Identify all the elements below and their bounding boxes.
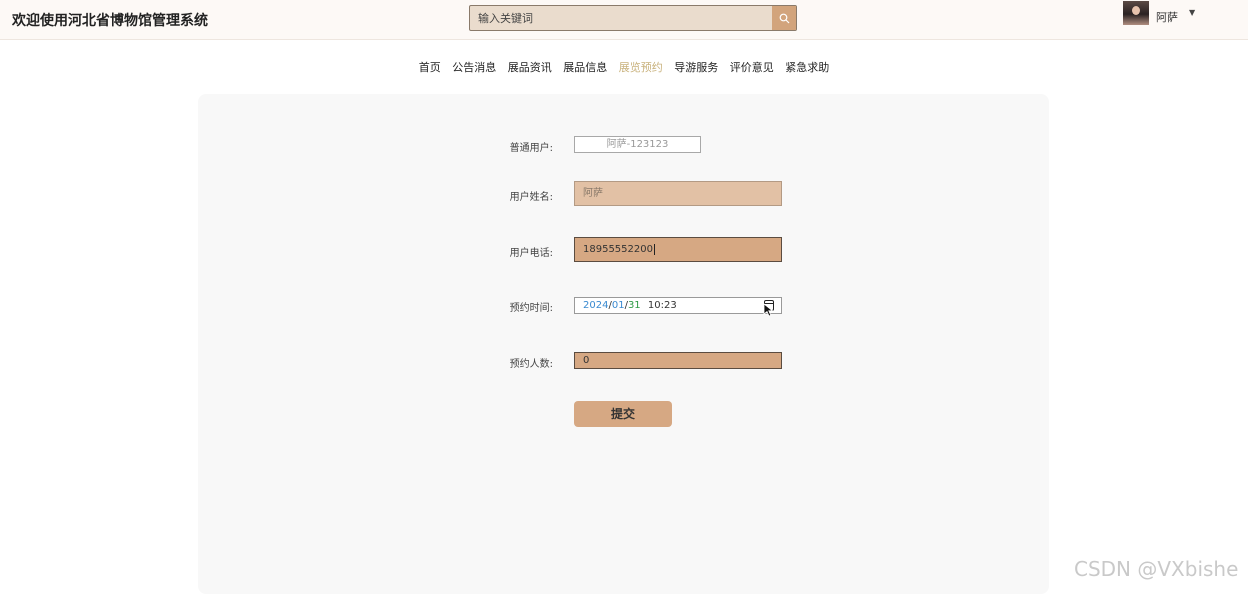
visitor-count-field[interactable]: 0	[574, 352, 782, 369]
main-nav: 首页 公告消息 展品资讯 展品信息 展览预约 导游服务 评价意见 紧急求助	[0, 59, 1248, 75]
date-field[interactable]: 2024/01/31 10:23	[574, 297, 782, 314]
phone-field[interactable]: 18955552200	[574, 237, 782, 262]
chevron-down-icon[interactable]: ▼	[1189, 8, 1195, 17]
date-month[interactable]: 01	[612, 300, 625, 311]
avatar-face	[1132, 6, 1140, 15]
submit-button[interactable]: 提交	[574, 401, 672, 427]
nav-item-home[interactable]: 首页	[419, 59, 441, 75]
top-bar: 欢迎使用河北省博物馆管理系统 阿萨 ▼	[0, 0, 1248, 40]
phone-label: 用户电话:	[509, 248, 553, 259]
search-input[interactable]	[470, 6, 772, 30]
date-day[interactable]: 31	[628, 300, 641, 311]
date-year[interactable]: 2024	[583, 300, 608, 311]
avatar[interactable]	[1123, 1, 1149, 25]
nav-item-exhibition-booking[interactable]: 展览预约	[619, 59, 663, 75]
nav-item-exhibit-news[interactable]: 展品资讯	[508, 59, 552, 75]
booking-form-panel	[198, 94, 1049, 594]
text-caret	[654, 244, 655, 255]
search-icon	[779, 13, 789, 23]
nav-item-feedback[interactable]: 评价意见	[730, 59, 774, 75]
site-title: 欢迎使用河北省博物馆管理系统	[12, 13, 208, 29]
username-field[interactable]: 阿萨-123123	[574, 136, 701, 153]
realname-field[interactable]: 阿萨	[574, 181, 782, 206]
date-label: 预约时间:	[509, 303, 553, 314]
date-time[interactable]: 10:23	[648, 300, 677, 311]
search-button[interactable]	[772, 6, 796, 30]
watermark: CSDN @VXbishe	[1074, 557, 1239, 581]
nav-item-guide-service[interactable]: 导游服务	[674, 59, 718, 75]
mouse-cursor-icon	[763, 303, 774, 317]
user-name[interactable]: 阿萨	[1156, 9, 1178, 25]
nav-item-exhibit-info[interactable]: 展品信息	[563, 59, 607, 75]
realname-label: 用户姓名:	[509, 192, 553, 203]
username-label: 普通用户:	[509, 143, 553, 154]
search-box	[469, 5, 797, 31]
nav-item-announcements[interactable]: 公告消息	[452, 59, 496, 75]
count-label: 预约人数:	[509, 359, 553, 370]
phone-value: 18955552200	[583, 244, 653, 255]
nav-item-emergency-help[interactable]: 紧急求助	[785, 59, 829, 75]
